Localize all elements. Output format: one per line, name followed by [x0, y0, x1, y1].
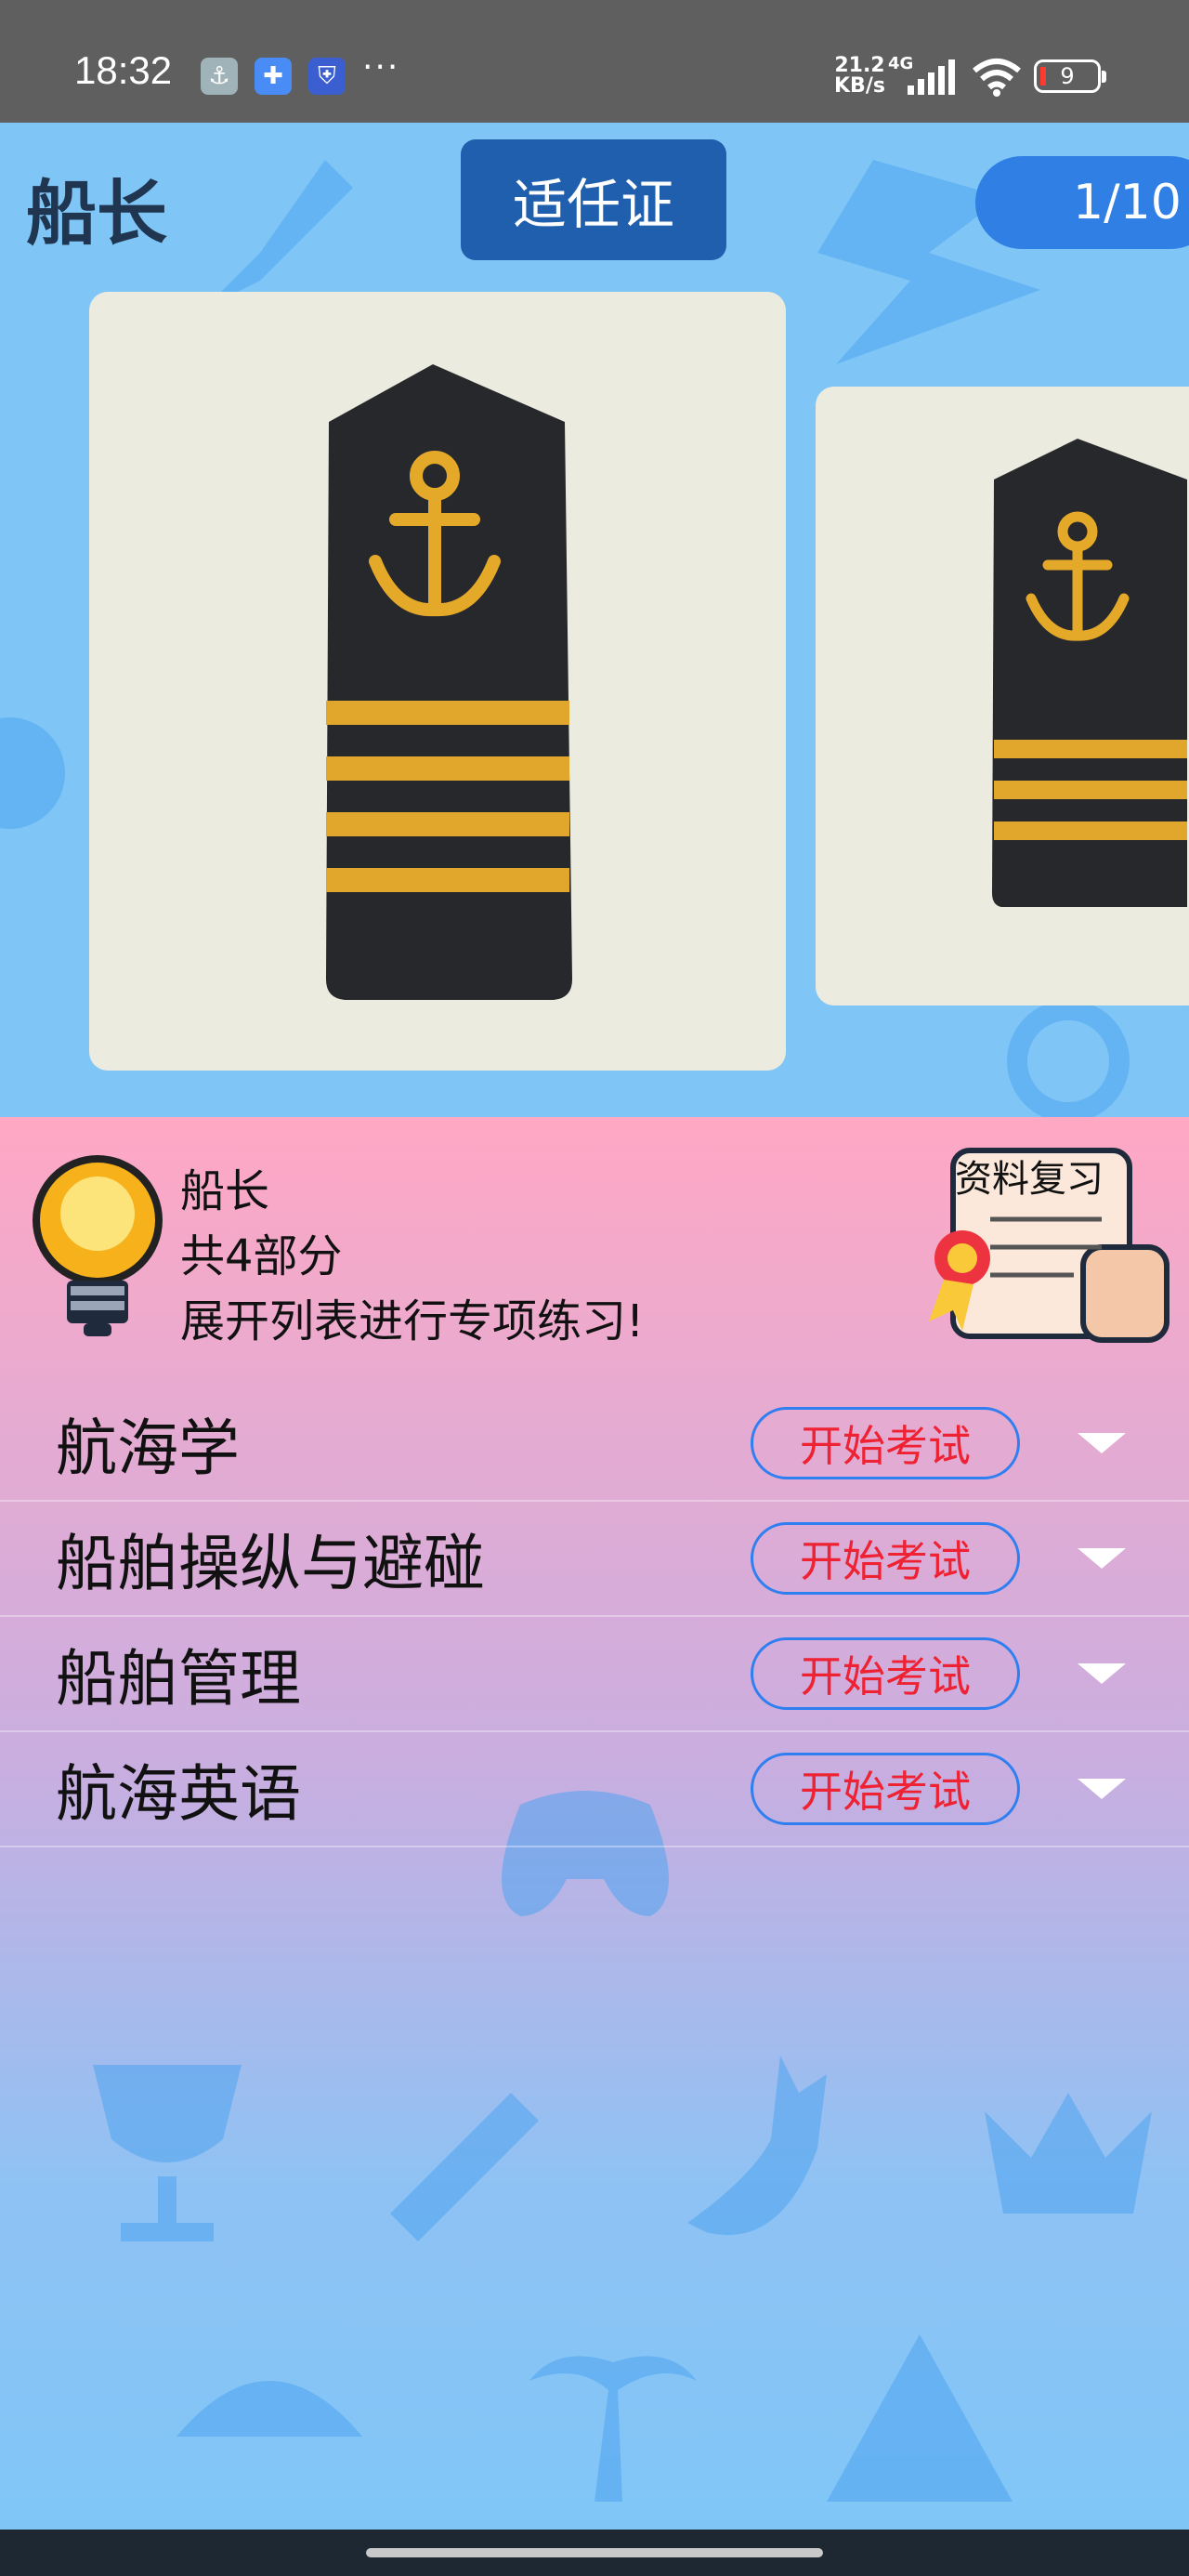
subject-list: 航海学 开始考试 船舶操纵与避碰 开始考试 船舶管理 开始考试 航海英语 开始考… — [0, 1387, 1189, 1847]
subject-row-maritime-english[interactable]: 航海英语 开始考试 — [0, 1732, 1189, 1847]
certificate-button[interactable]: 适任证 — [461, 139, 726, 260]
pyramid-bg-icon — [827, 2334, 1013, 2502]
wifi-icon — [973, 59, 1021, 97]
palm-tree-bg-icon — [529, 2356, 697, 2502]
network-speed: 21.2 KB/s — [834, 54, 885, 98]
start-exam-button[interactable]: 开始考试 — [751, 1407, 1020, 1479]
burger-bg-icon — [176, 2381, 362, 2437]
page-title: 船长 — [26, 172, 167, 255]
chevron-down-icon[interactable] — [1078, 1663, 1126, 1684]
subject-name: 航海英语 — [56, 1758, 301, 1830]
chevron-down-icon[interactable] — [1078, 1433, 1126, 1453]
subject-row-ship-management[interactable]: 船舶管理 开始考试 — [0, 1617, 1189, 1732]
shield-icon: ⛨ — [308, 58, 346, 95]
page-counter: 1/10 — [975, 156, 1189, 249]
subject-name: 船舶管理 — [56, 1643, 301, 1715]
practice-hint: 展开列表进行专项练习! — [180, 1295, 645, 1347]
app-notification-icon: ✚ — [255, 58, 292, 95]
battery-icon: 9 — [1034, 59, 1106, 93]
captain-epaulette-image — [326, 364, 572, 1000]
anchor-app-icon: ⚓ — [201, 58, 238, 95]
start-exam-button[interactable]: 开始考试 — [751, 1753, 1020, 1825]
chevron-down-icon[interactable] — [1078, 1779, 1126, 1799]
subject-panel: 船长 共4部分 展开列表进行专项练习! 资料复习 航海学 开始考试 船舶操纵与避… — [0, 1117, 1189, 2530]
review-label[interactable]: 资料复习 — [955, 1149, 1104, 1203]
crown-bg-icon — [985, 2093, 1152, 2214]
epaulette-card-next[interactable] — [816, 387, 1189, 1005]
rank-name: 船长 — [180, 1165, 270, 1217]
home-gesture-handle[interactable] — [366, 2548, 823, 2557]
epaulette-image-next — [992, 439, 1187, 907]
more-notifications-icon: ··· — [362, 48, 400, 86]
chevron-down-icon[interactable] — [1078, 1548, 1126, 1569]
start-exam-button[interactable]: 开始考试 — [751, 1637, 1020, 1710]
cat-bg-icon — [687, 2056, 827, 2236]
status-bar: 18:32 ⚓ ✚ ⛨ ··· 21.2 KB/s 4G 9 — [0, 0, 1189, 123]
system-navigation-bar — [0, 2530, 1189, 2576]
start-exam-button[interactable]: 开始考试 — [751, 1522, 1020, 1595]
parts-count: 共4部分 — [180, 1230, 343, 1282]
badge-carousel-area: 船长 适任证 1/10 — [0, 123, 1189, 1117]
status-time: 18:32 — [74, 48, 173, 92]
epaulette-card-current[interactable] — [89, 292, 786, 1071]
rank-stripes-next — [994, 740, 1187, 840]
signal-icon — [908, 59, 955, 95]
subject-name: 船舶操纵与避碰 — [56, 1528, 485, 1599]
subject-row-navigation[interactable]: 航海学 开始考试 — [0, 1387, 1189, 1502]
lightbulb-icon — [33, 1155, 163, 1336]
gear-bg-icon — [0, 717, 65, 829]
dumbbell-bg-icon — [390, 2093, 539, 2241]
subject-row-ship-handling[interactable]: 船舶操纵与避碰 开始考试 — [0, 1502, 1189, 1617]
subject-name: 航海学 — [56, 1413, 240, 1484]
trophy-bg-icon — [93, 2065, 242, 2241]
